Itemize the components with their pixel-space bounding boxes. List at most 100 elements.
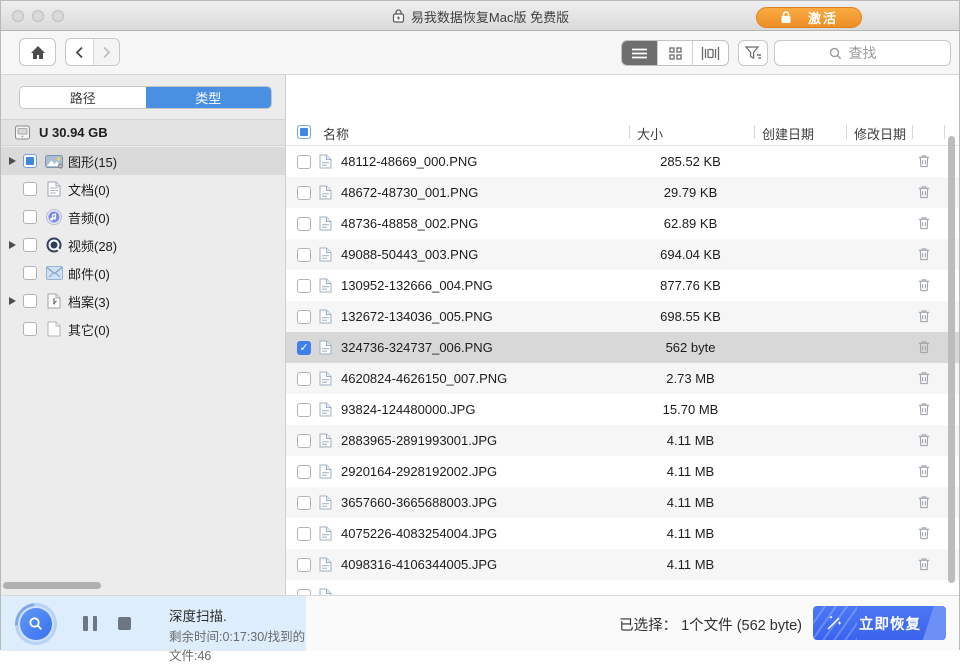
file-name: 4620824-4626150_007.PNG xyxy=(341,371,628,386)
table-row[interactable] xyxy=(286,580,959,595)
tree-item-graphics[interactable]: 图形(15) xyxy=(1,147,285,175)
table-row[interactable]: 132672-134036_005.PNG698.55 KB xyxy=(286,301,959,332)
file-name: 3657660-3665688003.JPG xyxy=(341,495,628,510)
column-separator xyxy=(912,125,913,139)
grid-view-icon xyxy=(669,47,682,60)
row-checkbox[interactable] xyxy=(297,403,311,417)
tree-item-mail[interactable]: 邮件(0) xyxy=(1,259,285,287)
back-button[interactable] xyxy=(66,39,93,65)
delete-icon[interactable] xyxy=(917,463,931,482)
sidebar-horizontal-scrollbar[interactable] xyxy=(3,582,101,589)
delete-icon[interactable] xyxy=(917,277,931,296)
tree-item-archive[interactable]: 档案(3) xyxy=(1,287,285,315)
row-checkbox[interactable] xyxy=(297,279,311,293)
delete-icon[interactable] xyxy=(917,494,931,513)
row-checkbox[interactable] xyxy=(297,527,311,541)
content-area: 路径 类型 U 30.94 GB 图形(15) xyxy=(1,75,959,595)
row-checkbox[interactable] xyxy=(297,186,311,200)
documents-checkbox[interactable] xyxy=(23,182,37,196)
image-file-icon xyxy=(319,464,332,479)
row-checkbox[interactable] xyxy=(297,310,311,324)
table-row[interactable]: 48112-48669_000.PNG285.52 KB xyxy=(286,146,959,177)
table-row[interactable]: 3657660-3665688003.JPG4.11 MB xyxy=(286,487,959,518)
row-checkbox[interactable] xyxy=(297,372,311,386)
grid-view-button[interactable] xyxy=(657,41,693,65)
delete-icon[interactable] xyxy=(917,401,931,420)
row-checkbox[interactable] xyxy=(297,341,311,355)
drive-header[interactable]: U 30.94 GB xyxy=(1,119,285,146)
graphics-checkbox[interactable] xyxy=(23,154,37,168)
row-checkbox[interactable] xyxy=(297,217,311,231)
table-row[interactable]: 324736-324737_006.PNG562 byte xyxy=(286,332,959,363)
delete-icon[interactable] xyxy=(917,153,931,172)
column-header-name[interactable]: 名称 xyxy=(323,124,349,143)
stop-button[interactable] xyxy=(118,617,131,630)
tree-item-video[interactable]: 视频(28) xyxy=(1,231,285,259)
graphics-icon xyxy=(44,154,64,169)
delete-icon[interactable] xyxy=(917,339,931,358)
home-button[interactable] xyxy=(19,38,56,66)
tab-type[interactable]: 类型 xyxy=(146,87,272,108)
scan-progress-button[interactable] xyxy=(6,594,65,653)
activate-label: 激活 xyxy=(808,8,838,27)
disclosure-arrow-icon[interactable] xyxy=(9,157,16,165)
row-checkbox[interactable] xyxy=(297,434,311,448)
table-row[interactable]: 48736-48858_002.PNG62.89 KB xyxy=(286,208,959,239)
column-header-size[interactable]: 大小 xyxy=(637,124,663,143)
table-vertical-scrollbar[interactable] xyxy=(948,136,955,583)
table-row[interactable]: 2920164-2928192002.JPG4.11 MB xyxy=(286,456,959,487)
delete-icon[interactable] xyxy=(917,370,931,389)
table-row[interactable]: 4620824-4626150_007.PNG2.73 MB xyxy=(286,363,959,394)
table-row[interactable]: 130952-132666_004.PNG877.76 KB xyxy=(286,270,959,301)
row-checkbox[interactable] xyxy=(297,248,311,262)
row-checkbox[interactable] xyxy=(297,496,311,510)
other-checkbox[interactable] xyxy=(23,322,37,336)
delete-icon[interactable] xyxy=(917,215,931,234)
delete-icon[interactable] xyxy=(917,556,931,575)
row-checkbox[interactable] xyxy=(297,155,311,169)
disclosure-arrow-icon[interactable] xyxy=(9,297,16,305)
column-header-created[interactable]: 创建日期 xyxy=(762,124,814,143)
filter-button[interactable] xyxy=(738,40,768,66)
disclosure-arrow-icon[interactable] xyxy=(9,241,16,249)
drive-label: U 30.94 GB xyxy=(39,125,108,140)
search-input[interactable] xyxy=(775,41,950,65)
delete-icon[interactable] xyxy=(917,308,931,327)
row-checkbox[interactable] xyxy=(297,465,311,479)
delete-icon[interactable] xyxy=(917,184,931,203)
forward-button[interactable] xyxy=(93,39,120,65)
delete-icon[interactable] xyxy=(917,246,931,265)
recover-button[interactable]: 立即恢复 xyxy=(813,606,946,640)
sidebar: 路径 类型 U 30.94 GB 图形(15) xyxy=(1,75,286,595)
toolbar xyxy=(1,31,959,75)
mail-checkbox[interactable] xyxy=(23,266,37,280)
table-row[interactable]: 93824-124480000.JPG15.70 MB xyxy=(286,394,959,425)
table-row[interactable]: 2883965-2891993001.JPG4.11 MB xyxy=(286,425,959,456)
table-row[interactable]: 49088-50443_003.PNG694.04 KB xyxy=(286,239,959,270)
audio-checkbox[interactable] xyxy=(23,210,37,224)
nav-buttons xyxy=(65,38,120,66)
activate-button[interactable]: 激活 xyxy=(756,7,862,28)
other-icon xyxy=(44,321,64,337)
tree-item-other[interactable]: 其它(0) xyxy=(1,315,285,343)
delete-icon[interactable] xyxy=(917,432,931,451)
select-all-checkbox[interactable] xyxy=(297,125,311,139)
column-view-icon xyxy=(701,47,720,60)
list-view-button[interactable] xyxy=(622,41,657,65)
column-view-button[interactable] xyxy=(692,41,728,65)
pause-button[interactable] xyxy=(83,616,97,631)
column-separator xyxy=(944,125,945,139)
delete-icon[interactable] xyxy=(917,525,931,544)
file-size: 698.55 KB xyxy=(628,309,753,324)
column-header-modified[interactable]: 修改日期 xyxy=(854,124,906,143)
table-row[interactable]: 4075226-4083254004.JPG4.11 MB xyxy=(286,518,959,549)
table-row[interactable]: 4098316-4106344005.JPG4.11 MB xyxy=(286,549,959,580)
video-checkbox[interactable] xyxy=(23,238,37,252)
tree-item-documents[interactable]: 文档(0) xyxy=(1,175,285,203)
tab-path[interactable]: 路径 xyxy=(20,87,146,108)
lock-icon xyxy=(780,11,792,24)
table-row[interactable]: 48672-48730_001.PNG29.79 KB xyxy=(286,177,959,208)
archive-checkbox[interactable] xyxy=(23,294,37,308)
row-checkbox[interactable] xyxy=(297,558,311,572)
tree-item-audio[interactable]: 音频(0) xyxy=(1,203,285,231)
